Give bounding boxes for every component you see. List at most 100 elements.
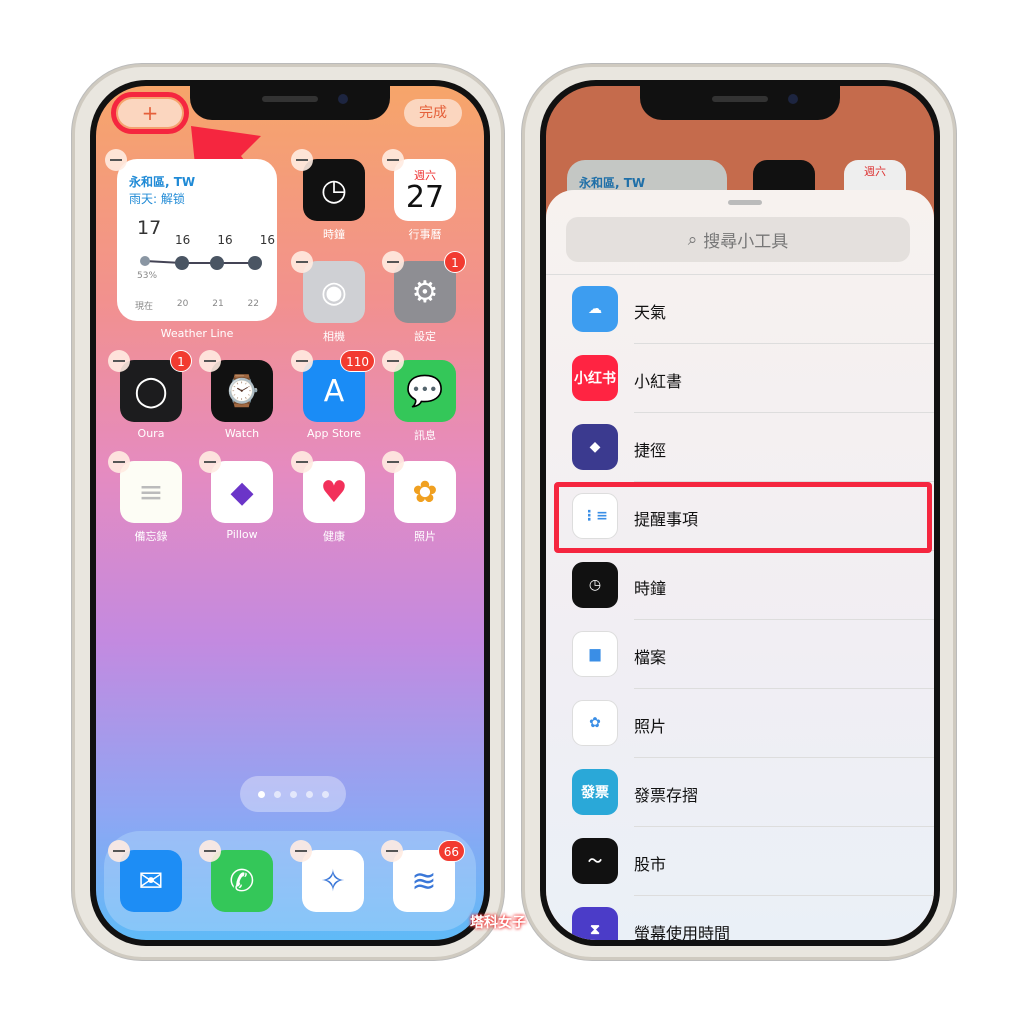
remove-icon[interactable] xyxy=(199,350,221,372)
app-label: 相機 xyxy=(323,330,345,343)
now-temp: 17 xyxy=(137,217,162,239)
app-label: 訊息 xyxy=(414,429,436,442)
messages-icon: 💬 xyxy=(394,360,456,422)
weather-line-widget[interactable]: 永和區, TW 雨天: 解锁 17 16 16 16 53% 現在 20 21 22 We… xyxy=(105,149,277,340)
app-label: Oura xyxy=(137,427,165,440)
app-label: 設定 xyxy=(414,330,436,343)
weather-icon: ☁ xyxy=(572,286,618,332)
app-messages[interactable]: 💬 訊息 xyxy=(382,350,456,443)
widget-list-item[interactable]: ⧗ 螢幕使用時間 xyxy=(546,896,934,943)
widget-list-item[interactable]: 〜股市 xyxy=(546,827,934,896)
temp: 16 xyxy=(217,233,233,247)
app-label: 備忘錄 xyxy=(134,530,168,543)
watch-icon: ⌚ xyxy=(211,360,273,422)
remove-icon[interactable] xyxy=(382,451,404,473)
app-health-heart[interactable]: ♥ 健康 xyxy=(291,451,365,544)
dock-todoist[interactable]: ≋ 66 xyxy=(381,840,465,912)
dock-safari[interactable]: ✧ xyxy=(290,840,364,912)
remove-icon[interactable] xyxy=(290,840,312,862)
widget-name: 時鐘 xyxy=(634,579,667,598)
watermark-logo: 塔科女子 xyxy=(470,915,526,931)
highlight-box xyxy=(554,482,932,553)
remove-icon[interactable] xyxy=(382,149,404,171)
notch xyxy=(640,86,840,120)
time-label: 20 xyxy=(176,299,189,309)
app-photos[interactable]: ✿ 照片 xyxy=(382,451,456,544)
app-calendar[interactable]: 週六 27 行事曆 xyxy=(382,149,456,242)
widget-list-item[interactable]: ✿ 照片 xyxy=(546,689,934,758)
widget-list-item[interactable]: ◷ 時鐘 xyxy=(546,551,934,620)
widget-name: 小紅書 xyxy=(634,372,683,391)
app-label: 行事曆 xyxy=(408,228,442,241)
widget-name: 股市 xyxy=(634,855,667,874)
widget-list-item[interactable]: 小红书 小紅書 xyxy=(546,344,934,413)
settings-gear-icon: ⚙ xyxy=(394,261,456,323)
remove-icon[interactable] xyxy=(291,451,313,473)
remove-icon[interactable] xyxy=(382,350,404,372)
remove-icon[interactable] xyxy=(199,840,221,862)
screen-time-icon: ⧗ xyxy=(572,907,618,940)
time-label: 22 xyxy=(247,299,259,309)
pillow-icon: ◆ xyxy=(211,461,273,523)
phone-icon: ✆ xyxy=(211,850,273,912)
app-notes[interactable]: ≡ 備忘錄 xyxy=(108,451,182,544)
app-pillow[interactable]: ◆ Pillow xyxy=(199,451,273,541)
app-label: Watch xyxy=(224,427,260,440)
app-app-store[interactable]: A 110 App Store xyxy=(291,350,375,440)
widget-list-item[interactable]: ⋮≡ 提醒事項 xyxy=(546,482,934,553)
dock-mail[interactable]: ✉ xyxy=(108,840,182,912)
calendar-icon: 週六 27 xyxy=(394,159,456,221)
mail-icon: ✉ xyxy=(120,850,182,912)
remove-icon[interactable] xyxy=(382,251,404,273)
search-placeholder: 搜尋小工具 xyxy=(703,232,789,252)
app-watch[interactable]: ⌚ Watch xyxy=(199,350,273,440)
remove-icon[interactable] xyxy=(108,350,130,372)
camera-icon: ◉ xyxy=(303,261,365,323)
safari-icon: ✧ xyxy=(302,850,364,912)
done-button[interactable]: 完成 xyxy=(404,99,462,127)
temp: 16 xyxy=(259,233,275,247)
temperature-line-icon xyxy=(140,256,262,270)
widget-list-item[interactable]: ◆ 捷徑 xyxy=(546,413,934,482)
remove-icon[interactable] xyxy=(291,149,313,171)
notification-badge: 1 xyxy=(170,350,192,372)
widget-name: 螢幕使用時間 xyxy=(634,924,731,943)
remove-icon[interactable] xyxy=(199,451,221,473)
sheet-grabber[interactable] xyxy=(728,200,762,205)
remove-icon[interactable] xyxy=(108,451,130,473)
app-oura-ring[interactable]: ◯ 1 Oura xyxy=(108,350,192,440)
app-camera[interactable]: ◉ 相機 xyxy=(291,251,365,344)
widget-list-item[interactable]: ☁ 天氣 xyxy=(546,275,934,344)
widget-list-item[interactable]: ▆ 檔案 xyxy=(546,620,934,689)
page-dots[interactable] xyxy=(240,776,346,812)
time-label: 現在 xyxy=(135,302,154,312)
app-label: App Store xyxy=(306,427,362,440)
app-label: 健康 xyxy=(323,530,345,543)
remove-icon[interactable] xyxy=(381,840,403,862)
remove-icon[interactable] xyxy=(108,840,130,862)
app-clock[interactable]: ◷ 時鐘 xyxy=(291,149,365,242)
app-label: 照片 xyxy=(414,530,436,543)
dock-phone[interactable]: ✆ xyxy=(199,840,273,912)
widget-name: 發票存摺 xyxy=(634,786,699,805)
app-settings-gear[interactable]: ⚙ 1 設定 xyxy=(382,251,466,344)
widget-condition: 雨天: 解锁 xyxy=(129,192,185,206)
humidity: 53% xyxy=(137,271,158,281)
notification-badge: 110 xyxy=(340,350,375,372)
widget-list-item[interactable]: 發票 發票存摺 xyxy=(546,758,934,827)
clock-icon: ◷ xyxy=(572,562,618,608)
files-folder-icon: ▆ xyxy=(572,631,618,677)
notification-badge: 66 xyxy=(437,840,465,862)
add-widget-button[interactable]: + xyxy=(111,92,189,134)
health-heart-icon: ♥ xyxy=(303,461,365,523)
notch xyxy=(190,86,390,120)
remove-icon[interactable] xyxy=(291,350,313,372)
app-label: 時鐘 xyxy=(323,228,345,241)
widget-gallery-screen: 永和區, TW 週六 ⌕ 搜尋小工具 ☁ 天氣 小红书 小紅書 ◆ 捷徑 ⋮≡ 提醒事項 ◷ 時鐘 ▆… xyxy=(540,80,940,946)
remove-icon[interactable] xyxy=(291,251,313,273)
search-icon: ⌕ xyxy=(687,229,698,250)
remove-icon[interactable] xyxy=(105,149,127,171)
notification-badge: 1 xyxy=(444,251,466,273)
search-widgets-field[interactable]: ⌕ 搜尋小工具 xyxy=(566,217,910,262)
notes-icon: ≡ xyxy=(120,461,182,523)
